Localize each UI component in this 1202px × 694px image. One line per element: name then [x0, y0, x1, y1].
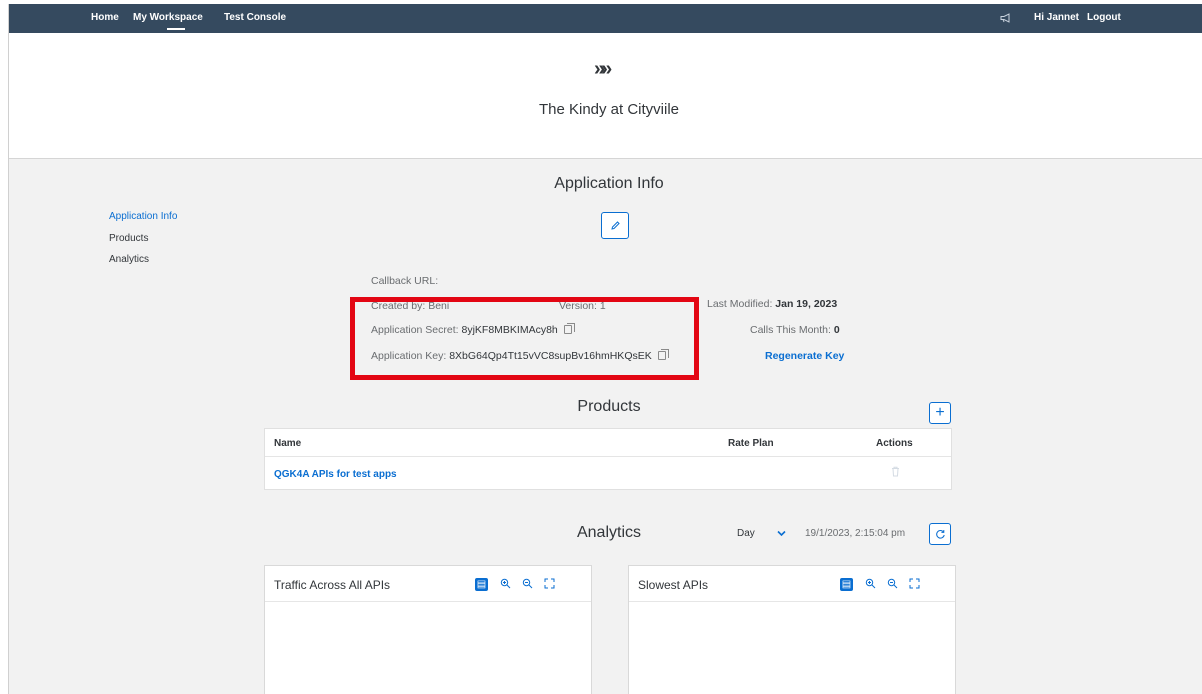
products-table: Name Rate Plan Actions QGK4A APIs for te… [264, 428, 952, 490]
analytics-title: Analytics [576, 524, 642, 541]
last-modified-label: Last Modified: [707, 298, 773, 310]
zoom-in-icon[interactable] [499, 578, 512, 591]
table-view-icon[interactable]: ▤ [840, 578, 853, 591]
fullscreen-icon[interactable] [543, 578, 556, 591]
logo-icon: »» [594, 58, 612, 80]
period-value: Day [737, 528, 755, 539]
callback-url-label: Callback URL: [371, 275, 439, 287]
zoom-out-icon[interactable] [521, 578, 534, 591]
shell-bar: Home My Workspace Test Console Hi Jannet… [9, 4, 1202, 33]
calls-this-month-value: 0 [833, 324, 840, 336]
traffic-panel: Traffic Across All APIs ▤ [264, 565, 592, 694]
last-modified: Last Modified: Jan 19, 2023 [707, 298, 837, 310]
application-name: The Kindy at Cityviile [538, 101, 680, 118]
application-info-title: Application Info [554, 175, 664, 192]
period-select[interactable]: Day [737, 528, 797, 544]
sidebar-item-analytics[interactable]: Analytics [109, 254, 149, 265]
zoom-in-icon[interactable] [864, 578, 877, 591]
user-greeting[interactable]: Hi Jannet [1034, 4, 1079, 33]
active-tab-indicator [167, 28, 185, 30]
highlight-box [350, 297, 699, 380]
column-header-actions: Actions [876, 438, 913, 449]
table-row: QGK4A APIs for test apps [265, 457, 951, 490]
trash-icon[interactable] [891, 466, 900, 480]
calls-this-month-label: Calls This Month: [750, 324, 831, 336]
refresh-icon [935, 529, 945, 539]
regenerate-key-link[interactable]: Regenerate Key [765, 350, 844, 362]
panel-header: Slowest APIs ▤ [629, 566, 955, 602]
app-header: »» The Kindy at Cityviile [9, 33, 1202, 159]
nav-home[interactable]: Home [91, 4, 119, 33]
table-view-icon[interactable]: ▤ [475, 578, 488, 591]
edit-button[interactable] [601, 212, 629, 239]
fullscreen-icon[interactable] [908, 578, 921, 591]
sidebar-item-application-info[interactable]: Application Info [109, 211, 177, 222]
slowest-apis-panel: Slowest APIs ▤ [628, 565, 956, 694]
zoom-out-icon[interactable] [886, 578, 899, 591]
pencil-icon [610, 221, 620, 230]
plus-icon: + [935, 404, 945, 421]
column-header-name: Name [274, 438, 302, 449]
product-link[interactable]: QGK4A APIs for test apps [274, 469, 397, 480]
panel-header: Traffic Across All APIs ▤ [265, 566, 591, 602]
app-frame: Home My Workspace Test Console Hi Jannet… [8, 4, 1202, 694]
column-header-rate-plan: Rate Plan [728, 438, 774, 449]
panel-title: Traffic Across All APIs [274, 578, 391, 592]
megaphone-icon[interactable] [1000, 5, 1012, 34]
products-title: Products [577, 398, 641, 415]
add-product-button[interactable]: + [929, 402, 951, 424]
panel-title: Slowest APIs [638, 578, 709, 592]
calls-this-month: Calls This Month: 0 [750, 324, 840, 336]
nav-test-console[interactable]: Test Console [224, 4, 286, 33]
last-modified-value: Jan 19, 2023 [775, 298, 838, 310]
sidebar-item-products[interactable]: Products [109, 233, 148, 244]
analytics-timestamp: 19/1/2023, 2:15:04 pm [805, 528, 906, 539]
chevron-down-icon [777, 529, 786, 539]
logout-link[interactable]: Logout [1087, 4, 1121, 33]
refresh-button[interactable] [929, 523, 951, 545]
table-header: Name Rate Plan Actions [265, 429, 951, 457]
